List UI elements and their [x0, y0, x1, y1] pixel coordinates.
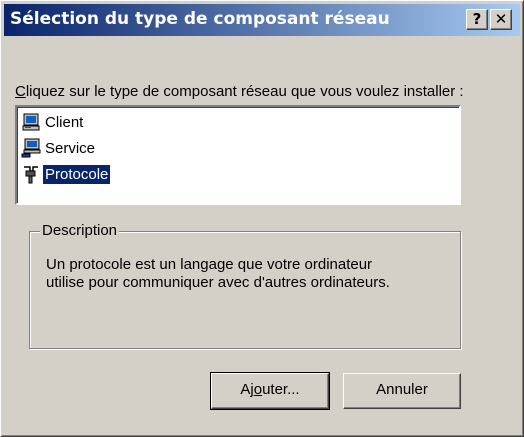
instruction-label: Cliquez sur le type de composant réseau … [15, 83, 464, 100]
client-computer-icon [22, 113, 40, 131]
list-item-label: Protocole [41, 163, 112, 185]
list-item-protocol[interactable]: Protocole [21, 163, 112, 185]
add-label-part: Aj [240, 381, 254, 398]
accelerator-letter: C [15, 83, 26, 100]
add-label-part: uter... [262, 381, 300, 398]
instruction-text: liquez sur le type de composant réseau q… [25, 83, 464, 100]
window-title: Sélection du type de composant réseau [10, 9, 390, 29]
description-line: utilise pour communiquer avec d'autres o… [46, 274, 390, 291]
description-line: Un protocole est un langage que votre or… [46, 256, 373, 273]
list-item-label: Client [45, 113, 84, 131]
close-icon: ✕ [494, 10, 508, 28]
dialog-window: Sélection du type de composant réseau ? … [0, 0, 524, 437]
description-group: Description Un protocole est un langage … [29, 222, 461, 349]
description-legend: Description [40, 222, 120, 239]
add-accelerator: o [253, 381, 263, 398]
list-item-service[interactable]: Service [21, 137, 97, 159]
add-button[interactable]: Ajouter... [210, 372, 330, 410]
protocol-plug-icon [24, 166, 38, 184]
close-button[interactable]: ✕ [490, 9, 512, 30]
list-item-client[interactable]: Client [21, 111, 85, 133]
help-button[interactable]: ? [466, 9, 488, 30]
service-computer-icon [21, 138, 41, 158]
component-type-list[interactable]: Client Service Protocole [15, 105, 461, 205]
title-bar[interactable]: Sélection du type de composant réseau ? … [4, 4, 520, 36]
description-text: Un protocole est un langage que votre or… [46, 256, 446, 292]
cancel-button[interactable]: Annuler [343, 373, 461, 409]
list-item-label: Service [45, 139, 96, 157]
